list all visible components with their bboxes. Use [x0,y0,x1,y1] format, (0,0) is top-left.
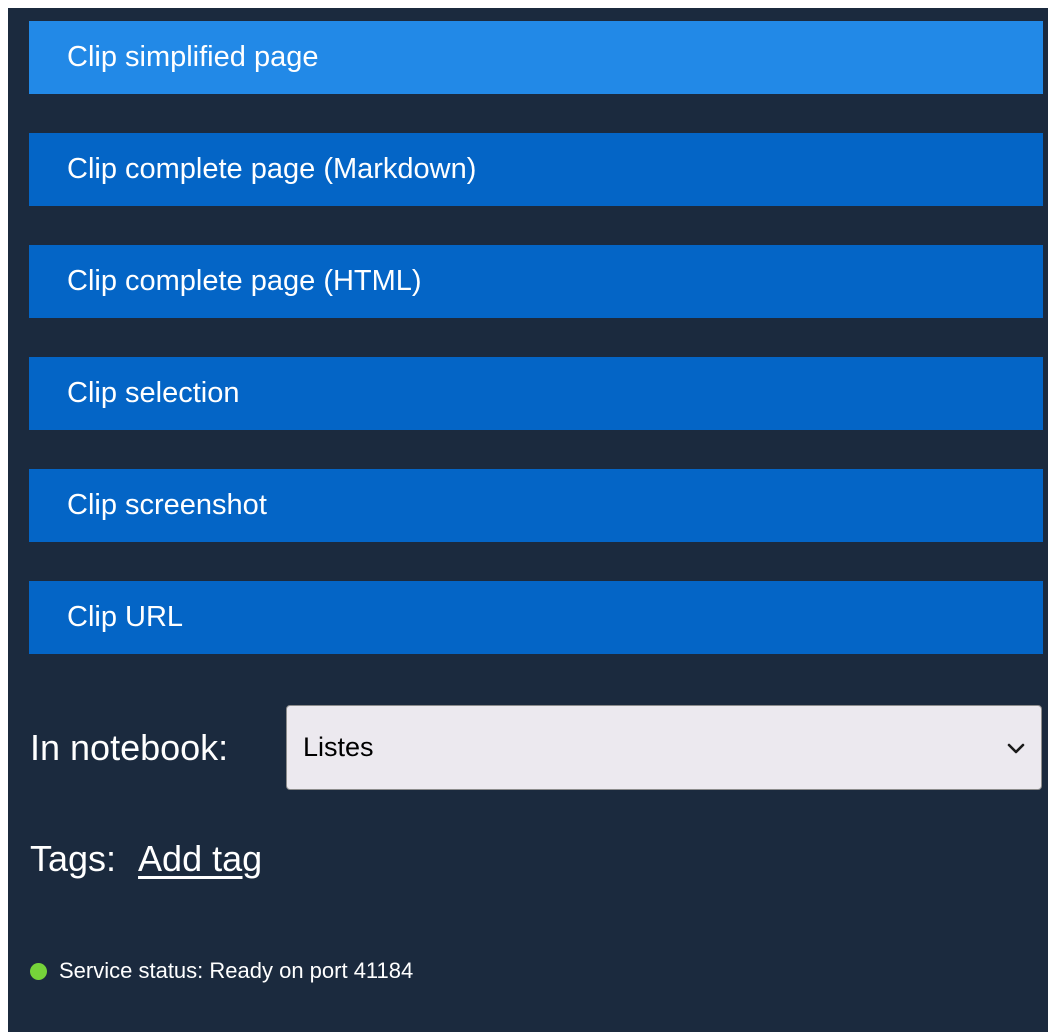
tags-row: Tags: Add tag [30,838,262,880]
service-status-text: Service status: Ready on port 41184 [59,958,414,983]
service-status: Service status: Ready on port 41184 [30,958,413,984]
clip-buttons-group: Clip simplified page Clip complete page … [29,21,1043,693]
notebook-selected-value: Listes [303,732,374,762]
notebook-row: In notebook: Listes [30,705,1042,790]
notebook-select[interactable]: Listes [286,705,1042,790]
add-tag-link[interactable]: Add tag [138,838,262,880]
clipper-panel: Clip simplified page Clip complete page … [8,8,1048,1032]
notebook-label: In notebook: [30,726,229,768]
clip-selection-button[interactable]: Clip selection [29,357,1043,430]
clip-simplified-page-button[interactable]: Clip simplified page [29,21,1043,94]
clip-screenshot-button[interactable]: Clip screenshot [29,469,1043,542]
status-indicator-icon [30,962,47,980]
chevron-down-icon [1007,743,1025,753]
clip-url-button[interactable]: Clip URL [29,581,1043,654]
clip-complete-page-html-button[interactable]: Clip complete page (HTML) [29,245,1043,318]
tags-label: Tags: [30,838,117,879]
clip-complete-page-markdown-button[interactable]: Clip complete page (Markdown) [29,133,1043,206]
